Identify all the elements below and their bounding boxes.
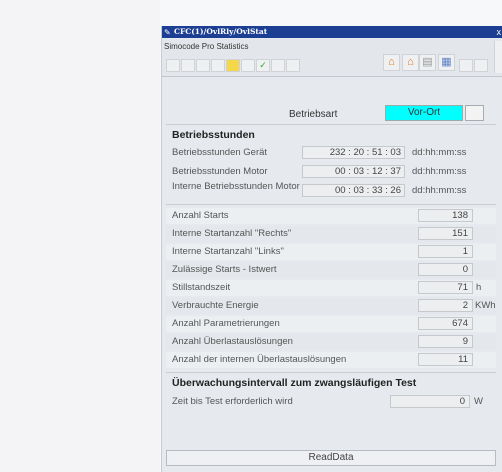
bs-motor-value: 00 : 03 : 12 : 37 [302,165,405,178]
test-unit: W [474,396,483,407]
chart-icon[interactable]: ▦ [438,54,455,71]
stat-value-links: 1 [418,245,473,258]
test-value: 0 [390,395,470,408]
betriebsart-button[interactable] [465,105,484,121]
bs-motor-label: Betriebsstunden Motor [172,166,268,177]
test-label: Zeit bis Test erforderlich wird [172,396,293,407]
stat-value-intern-ueberlast: 11 [418,353,473,366]
readdata-button[interactable]: ReadData [166,450,496,466]
folder-icon[interactable] [226,59,240,72]
stat-label-intern-ueberlast: Anzahl der internen Überlastauslösungen [172,354,347,365]
toolbar-scroll[interactable] [494,41,502,73]
stat-value-parametrierungen: 674 [418,317,473,330]
stat-value-ueberlast: 9 [418,335,473,348]
toolbar-slot-4[interactable] [211,59,225,72]
stat-value-energie: 2 [418,299,473,312]
stat-label-parametrierungen: Anzahl Parametrierungen [172,318,280,329]
toolbar-slot-8[interactable] [271,59,285,72]
title-bar[interactable]: ✎ CFC(1)/OvlRly/OvlStat x [162,26,502,38]
toolbar-slot-2[interactable] [181,59,195,72]
document-icon[interactable]: ▤ [419,54,436,71]
stat-label-zulaessig: Zulässige Starts - Istwert [172,264,277,275]
betriebsstunden-heading: Betriebsstunden [172,129,255,141]
bs-intern-unit: dd:hh:mm:ss [412,185,467,196]
close-icon[interactable]: x [497,26,502,38]
section-divider [166,204,496,205]
home-icon[interactable]: ⌂ [383,54,400,71]
bs-intern-value: 00 : 03 : 33 : 26 [302,184,405,197]
betriebsart-value[interactable]: Vor-Ort [385,105,463,121]
stat-label-energie: Verbrauchte Energie [172,300,259,311]
stat-unit-energie: KWh [475,300,496,311]
stat-value-starts: 138 [418,209,473,222]
toolbar: Simocode Pro Statistics ✓ ⌂ ⌂ ▤ ▦ [162,39,502,77]
stat-value-stillstand: 71 [418,281,473,294]
stat-label-starts: Anzahl Starts [172,210,229,221]
toolbar-label: Simocode Pro Statistics [164,42,249,51]
bs-geraet-label: Betriebsstunden Gerät [172,147,268,158]
home-alt-icon[interactable]: ⌂ [402,54,419,71]
statistics-window: ✎ CFC(1)/OvlRly/OvlStat x Simocode Pro S… [161,26,502,472]
toolbar-slot-9[interactable] [286,59,300,72]
check-icon[interactable]: ✓ [256,59,270,72]
section-divider [166,124,496,125]
toolbar-slot-14[interactable] [459,59,473,72]
test-heading: Überwachungsintervall zum zwangsläufigen… [172,377,417,389]
stat-label-links: Interne Startanzahl "Links" [172,246,284,257]
stat-label-ueberlast: Anzahl Überlastauslösungen [172,336,293,347]
faceplate-icon: ✎ [164,28,171,37]
toolbar-slot-6[interactable] [241,59,255,72]
toolbar-slot-3[interactable] [196,59,210,72]
stat-value-zulaessig: 0 [418,263,473,276]
toolbar-slot-15[interactable] [474,59,488,72]
stat-value-rechts: 151 [418,227,473,240]
bs-intern-label: Interne Betriebsstunden Motor [172,181,300,192]
stat-label-rechts: Interne Startanzahl "Rechts" [172,228,292,239]
stat-unit-stillstand: h [476,282,482,293]
bs-geraet-value: 232 : 20 : 51 : 03 [302,146,405,159]
stat-label-stillstand: Stillstandszeit [172,282,231,293]
left-pane [0,0,160,472]
betriebsart-label: Betriebsart [289,109,338,120]
bs-geraet-unit: dd:hh:mm:ss [412,147,467,158]
toolbar-slot-1[interactable] [166,59,180,72]
section-divider [166,372,496,373]
window-title: CFC(1)/OvlRly/OvlStat [174,27,268,36]
bs-motor-unit: dd:hh:mm:ss [412,166,467,177]
